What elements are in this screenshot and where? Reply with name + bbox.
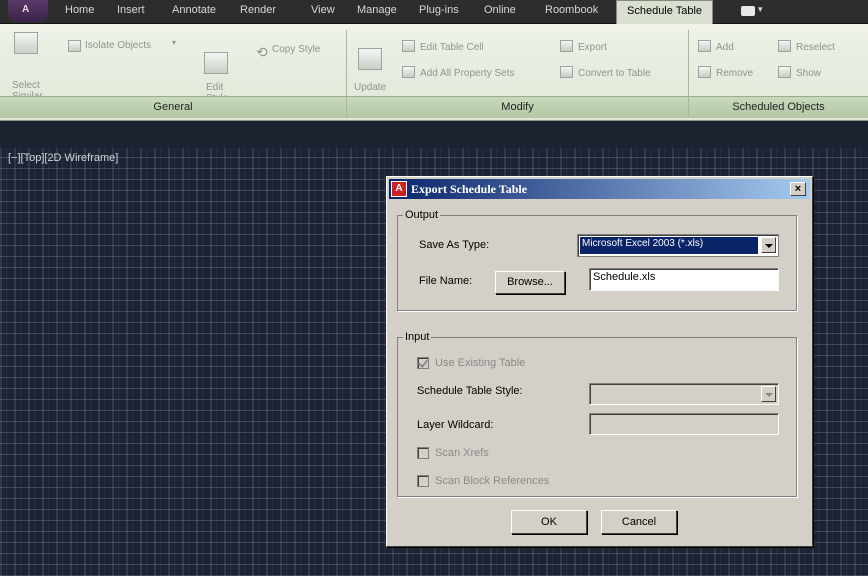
file-name-label: File Name: <box>419 275 473 287</box>
app-icon: A <box>391 181 407 197</box>
tab-annotate[interactable]: Annotate <box>172 4 216 16</box>
convert-to-table-icon[interactable] <box>560 66 573 78</box>
edit-table-cell-icon[interactable] <box>402 40 415 52</box>
export-schedule-table-dialog: A Export Schedule Table × Output Save As… <box>386 176 813 547</box>
scan-xrefs-checkbox[interactable] <box>417 447 429 459</box>
tab-home[interactable]: Home <box>65 4 94 16</box>
scan-block-references-label: Scan Block References <box>435 475 550 487</box>
panel-divider <box>346 30 347 118</box>
isolate-objects-icon[interactable] <box>68 40 81 52</box>
panel-title-modify: Modify <box>347 96 688 118</box>
reselect-button[interactable]: Reselect <box>796 42 835 53</box>
tab-schedule-table[interactable]: Schedule Table <box>616 0 714 25</box>
update-icon[interactable] <box>358 48 382 70</box>
add-object-button[interactable]: Add <box>716 42 734 53</box>
scan-block-references-checkbox[interactable] <box>417 475 429 487</box>
edit-table-cell-button[interactable]: Edit Table Cell <box>420 42 484 53</box>
browse-button[interactable]: Browse... <box>495 271 565 294</box>
tab-plug-ins[interactable]: Plug-ins <box>419 4 459 16</box>
use-existing-table-checkbox[interactable] <box>417 357 429 369</box>
chevron-down-icon[interactable] <box>761 386 776 402</box>
save-as-type-value: Microsoft Excel 2003 (*.xls) <box>580 237 758 254</box>
cancel-button[interactable]: Cancel <box>601 510 677 534</box>
application-menu-button[interactable]: A <box>8 0 48 22</box>
save-as-type-label: Save As Type: <box>419 239 490 251</box>
update-button[interactable]: Update <box>354 82 386 93</box>
layer-wildcard-field[interactable] <box>589 413 779 435</box>
layer-wildcard-label: Layer Wildcard: <box>417 419 494 431</box>
save-as-type-select[interactable]: Microsoft Excel 2003 (*.xls) <box>577 234 779 257</box>
export-icon[interactable] <box>560 40 573 52</box>
add-all-property-sets-button[interactable]: Add All Property Sets <box>420 68 515 79</box>
reselect-icon[interactable] <box>778 40 791 52</box>
remove-object-icon[interactable] <box>698 66 711 78</box>
show-button[interactable]: Show <box>796 68 821 79</box>
tab-insert[interactable]: Insert <box>117 4 145 16</box>
export-button[interactable]: Export <box>578 42 607 53</box>
output-group <box>397 215 797 311</box>
schedule-table-style-select[interactable] <box>589 383 779 405</box>
add-all-property-sets-icon[interactable] <box>402 66 415 78</box>
tab-roombook[interactable]: Roombook <box>545 4 598 16</box>
chevron-down-icon[interactable]: ▾ <box>758 4 763 15</box>
isolate-objects-button[interactable]: Isolate Objects <box>85 40 151 51</box>
output-group-label: Output <box>403 209 441 221</box>
scan-xrefs-label: Scan Xrefs <box>435 447 489 459</box>
convert-to-table-button[interactable]: Convert to Table <box>578 68 651 79</box>
isolate-dropdown-icon[interactable]: ▾ <box>172 38 176 47</box>
close-button[interactable]: × <box>790 182 806 196</box>
remove-object-button[interactable]: Remove <box>716 68 753 79</box>
dialog-title: Export Schedule Table <box>411 182 528 196</box>
tab-manage[interactable]: Manage <box>357 4 397 16</box>
ok-button[interactable]: OK <box>511 510 587 534</box>
schedule-table-style-label: Schedule Table Style: <box>417 385 523 397</box>
use-existing-table-label: Use Existing Table <box>435 357 526 369</box>
copy-style-icon[interactable]: ⟲ <box>256 44 268 61</box>
select-similar-icon[interactable] <box>14 32 38 54</box>
edit-style-icon[interactable] <box>204 52 228 74</box>
panel-title-general: General <box>0 96 346 118</box>
ribbon-minimize-icon[interactable] <box>741 6 755 16</box>
tab-view[interactable]: View <box>311 4 335 16</box>
panel-divider <box>688 30 689 118</box>
chevron-down-icon[interactable] <box>761 237 776 253</box>
tab-render[interactable]: Render <box>240 4 276 16</box>
add-object-icon[interactable] <box>698 40 711 52</box>
app-logo-icon: A <box>22 4 30 15</box>
file-name-field[interactable]: Schedule.xls <box>589 268 779 291</box>
panel-title-scheduled-objects: Scheduled Objects <box>689 96 868 118</box>
viewport-controls-label[interactable]: [−][Top][2D Wireframe] <box>8 152 118 164</box>
show-icon[interactable] <box>778 66 791 78</box>
copy-style-button[interactable]: Copy Style <box>272 44 320 55</box>
dialog-titlebar[interactable]: A Export Schedule Table × <box>389 179 810 199</box>
ribbon-tab-bar: A Home Insert Annotate Render View Manag… <box>0 0 868 25</box>
tab-online[interactable]: Online <box>484 4 516 16</box>
input-group-label: Input <box>403 331 432 343</box>
